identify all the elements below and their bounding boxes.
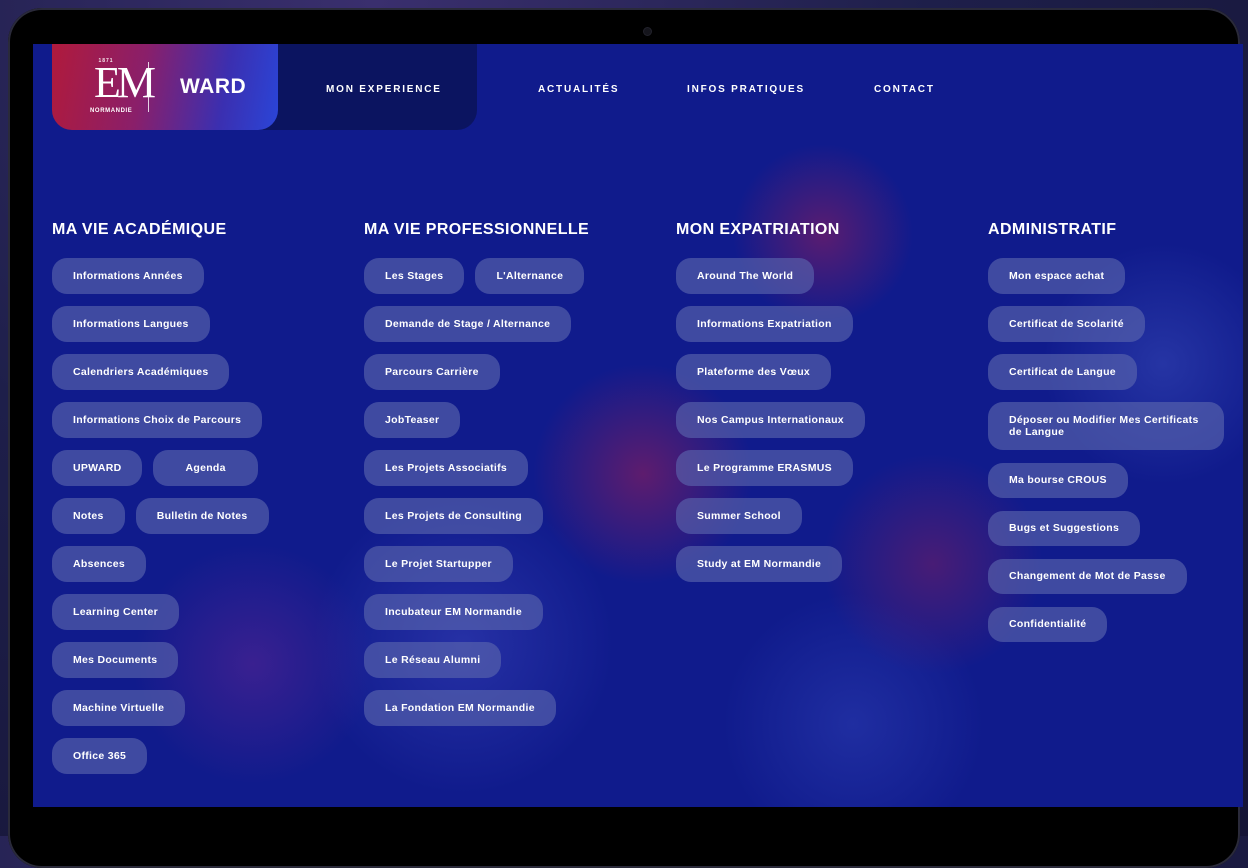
brand-word: WARD: [180, 75, 247, 98]
link-button[interactable]: Les Projets de Consulting: [364, 498, 544, 534]
em-normandie-logo: 1871 EM NORMANDIE: [90, 58, 156, 114]
link-button[interactable]: Absences: [52, 546, 147, 582]
column-expatriation: MON EXPATRIATION Around The World Inform…: [676, 221, 865, 582]
link-button[interactable]: Bugs et Suggestions: [988, 510, 1141, 546]
link-button[interactable]: Machine Virtuelle: [52, 690, 186, 726]
link-button[interactable]: Demande de Stage / Alternance: [364, 306, 572, 342]
nav-contact[interactable]: CONTACT: [874, 84, 935, 95]
link-button[interactable]: Agenda: [153, 450, 258, 486]
link-button[interactable]: Confidentialité: [988, 606, 1108, 642]
link-button[interactable]: Around The World: [676, 258, 815, 294]
link-button[interactable]: Incubateur EM Normandie: [364, 594, 544, 630]
link-button[interactable]: Bulletin de Notes: [135, 498, 269, 534]
link-button[interactable]: Study at EM Normandie: [676, 546, 843, 582]
nav-actualites[interactable]: ACTUALITÉS: [538, 84, 619, 95]
link-button[interactable]: Plateforme des Vœux: [676, 354, 832, 390]
link-button[interactable]: Summer School: [676, 498, 802, 534]
link-button[interactable]: Informations Langues: [52, 306, 210, 342]
link-button[interactable]: Le Réseau Alumni: [364, 642, 502, 678]
column-title: MA VIE PROFESSIONNELLE: [364, 221, 590, 238]
link-button[interactable]: Parcours Carrière: [364, 354, 500, 390]
column-professionnelle: MA VIE PROFESSIONNELLE Les Stages L'Alter…: [364, 221, 589, 726]
link-button[interactable]: Certificat de Scolarité: [988, 306, 1145, 342]
column-title: MA VIE ACADÉMIQUE: [52, 221, 227, 238]
screen: 1871 EM NORMANDIE WARD MON EXPERIENCE AC…: [33, 44, 1243, 807]
link-button[interactable]: Informations Choix de Parcours: [52, 402, 263, 438]
link-button[interactable]: JobTeaser: [364, 402, 461, 438]
link-button[interactable]: Les Stages: [364, 258, 465, 294]
link-button[interactable]: Ma bourse CROUS: [988, 462, 1128, 498]
column-academique: MA VIE ACADÉMIQUE Informations Années In…: [52, 221, 269, 774]
link-button[interactable]: Le Programme ERASMUS: [676, 450, 853, 486]
link-button[interactable]: La Fondation EM Normandie: [364, 690, 556, 726]
link-button[interactable]: L'Alternance: [475, 258, 585, 294]
logo[interactable]: 1871 EM NORMANDIE WARD: [52, 44, 278, 130]
link-button[interactable]: UPWARD: [52, 450, 143, 486]
link-button[interactable]: Informations Expatriation: [676, 306, 853, 342]
nav-infos-pratiques[interactable]: INFOS PRATIQUES: [687, 84, 805, 95]
camera-icon: [643, 27, 652, 36]
column-title: MON EXPATRIATION: [676, 221, 840, 238]
link-button[interactable]: Mon espace achat: [988, 258, 1126, 294]
link-button[interactable]: Déposer ou Modifier Mes Certificats de L…: [988, 402, 1224, 450]
link-button[interactable]: Certificat de Langue: [988, 354, 1137, 390]
link-button[interactable]: Le Projet Startupper: [364, 546, 513, 582]
link-button[interactable]: Changement de Mot de Passe: [988, 558, 1187, 594]
link-button[interactable]: Learning Center: [52, 594, 180, 630]
link-button[interactable]: Notes: [52, 498, 125, 534]
link-button[interactable]: Nos Campus Internationaux: [676, 402, 865, 438]
nav-mon-experience[interactable]: MON EXPERIENCE: [326, 84, 442, 95]
logo-divider: [148, 62, 149, 112]
link-button[interactable]: Office 365: [52, 738, 148, 774]
link-button[interactable]: Calendriers Académiques: [52, 354, 230, 390]
link-button[interactable]: Les Projets Associatifs: [364, 450, 529, 486]
column-administratif: ADMINISTRATIF Mon espace achat Certifica…: [988, 221, 1224, 642]
link-button[interactable]: Mes Documents: [52, 642, 179, 678]
column-title: ADMINISTRATIF: [988, 221, 1117, 238]
link-button[interactable]: Informations Années: [52, 258, 204, 294]
